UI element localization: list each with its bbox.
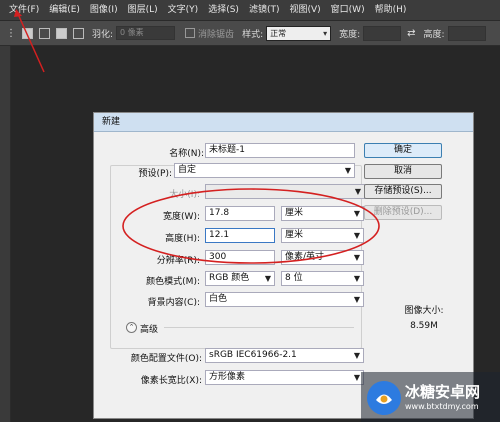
- watermark-url: www.btxtdmy.com: [405, 402, 479, 411]
- watermark-logo-icon: [367, 381, 401, 415]
- oval-annotation-icon: [122, 188, 380, 264]
- watermark-title: 冰糖安卓网: [405, 383, 481, 401]
